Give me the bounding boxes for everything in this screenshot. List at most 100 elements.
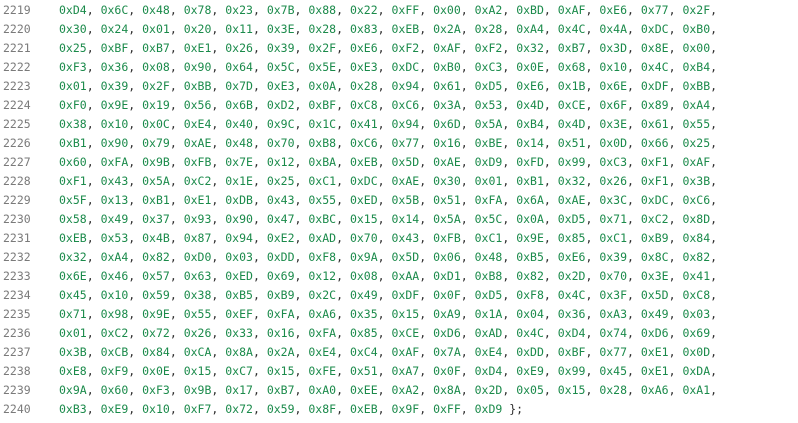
line-number: 2238 xyxy=(3,364,31,378)
hex-literal: 0x69 xyxy=(266,269,295,283)
hex-literal: 0xA4 xyxy=(100,250,129,264)
code-text[interactable]: 0xB1, 0x90, 0x79, 0xAE, 0x48, 0x70, 0xB8… xyxy=(39,134,798,153)
separator: , xyxy=(252,326,267,340)
hex-literal: 0xE9 xyxy=(516,364,544,378)
code-text[interactable]: 0x60, 0xFA, 0x9B, 0xFB, 0x7E, 0x12, 0xBA… xyxy=(39,153,798,172)
code-text[interactable]: 0x38, 0x10, 0x0C, 0xE4, 0x40, 0x9C, 0x1C… xyxy=(39,115,798,134)
separator: , xyxy=(294,402,309,416)
hex-literal: 0x9E xyxy=(516,231,544,245)
code-line[interactable]: 2236 0x01, 0xC2, 0x72, 0x26, 0x33, 0x16, … xyxy=(0,324,798,343)
hex-literal: 0x9A xyxy=(349,250,378,264)
hex-literal: 0xF7 xyxy=(183,402,212,416)
line-number: 2222 xyxy=(3,60,31,74)
separator: , xyxy=(211,402,226,416)
separator: , xyxy=(128,231,143,245)
code-text[interactable]: 0x6E, 0x46, 0x57, 0x63, 0xED, 0x69, 0x12… xyxy=(39,267,798,286)
separator: , xyxy=(336,250,350,264)
code-line[interactable]: 2234 0x45, 0x10, 0x59, 0x38, 0xB5, 0xB9, … xyxy=(0,286,798,305)
hex-literal: 0x51 xyxy=(349,364,378,378)
code-text[interactable]: 0x25, 0xBF, 0xB7, 0xE1, 0x26, 0x39, 0x2F… xyxy=(39,39,798,58)
hex-literal: 0x60 xyxy=(100,383,129,397)
code-text[interactable]: 0xF0, 0x9E, 0x19, 0x56, 0x6B, 0xD2, 0xBF… xyxy=(39,96,798,115)
code-text[interactable]: 0xEB, 0x53, 0x4B, 0x87, 0x94, 0xE2, 0xAD… xyxy=(39,229,798,248)
separator: , xyxy=(336,60,350,74)
code-text[interactable]: 0x9A, 0x60, 0xF3, 0x9B, 0x17, 0xB7, 0xA0… xyxy=(39,381,798,400)
code-text[interactable]: 0x3B, 0xCB, 0x84, 0xCA, 0x8A, 0x2A, 0xE4… xyxy=(39,343,798,362)
code-line[interactable]: 2240 0xB3, 0xE9, 0x10, 0xF7, 0x72, 0x59, … xyxy=(0,400,798,419)
code-line[interactable]: 2237 0x3B, 0xCB, 0x84, 0xCA, 0x8A, 0x2A, … xyxy=(0,343,798,362)
separator: , xyxy=(668,364,683,378)
hex-literal: 0x28 xyxy=(474,22,503,36)
hex-literal: 0xA0 xyxy=(308,383,337,397)
line-terminator: , xyxy=(710,326,718,340)
code-line[interactable]: 2238 0xE8, 0xF9, 0x0E, 0x15, 0xC7, 0x15, … xyxy=(0,362,798,381)
code-text[interactable]: 0xF3, 0x36, 0x08, 0x90, 0x64, 0x5C, 0x5E… xyxy=(39,58,798,77)
line-number: 2232 xyxy=(3,250,31,264)
code-text[interactable]: 0xD4, 0x6C, 0x48, 0x78, 0x23, 0x7B, 0x88… xyxy=(39,1,798,20)
hex-literal: 0x22 xyxy=(349,3,378,17)
hex-literal: 0xD0 xyxy=(183,250,212,264)
hex-literal: 0x2F xyxy=(682,3,711,17)
code-line[interactable]: 2235 0x71, 0x98, 0x9E, 0x55, 0xEF, 0xFA, … xyxy=(0,305,798,324)
separator: , xyxy=(585,345,600,359)
code-line[interactable]: 2227 0x60, 0xFA, 0x9B, 0xFB, 0x7E, 0x12, … xyxy=(0,153,798,172)
code-text[interactable]: 0x01, 0xC2, 0x72, 0x26, 0x33, 0x16, 0xFA… xyxy=(39,324,798,343)
code-text[interactable]: 0x5F, 0x13, 0xB1, 0xE1, 0xDB, 0x43, 0x55… xyxy=(39,191,798,210)
hex-literal: 0xEB xyxy=(349,155,378,169)
separator: , xyxy=(294,136,309,150)
hex-literal: 0xC3 xyxy=(599,155,628,169)
code-line[interactable]: 2229 0x5F, 0x13, 0xB1, 0xE1, 0xDB, 0x43, … xyxy=(0,191,798,210)
code-line[interactable]: 2228 0xF1, 0x43, 0x5A, 0xC2, 0x1E, 0x25, … xyxy=(0,172,798,191)
separator: , xyxy=(252,136,267,150)
hex-literal: 0x9E xyxy=(100,98,129,112)
code-line[interactable]: 2221 0x25, 0xBF, 0xB7, 0xE1, 0x26, 0x39, … xyxy=(0,39,798,58)
separator: , xyxy=(211,193,226,207)
hex-literal: 0x08 xyxy=(349,269,378,283)
separator: , xyxy=(252,3,267,17)
code-text[interactable]: 0xE8, 0xF9, 0x0E, 0x15, 0xC7, 0x15, 0xFE… xyxy=(39,362,798,381)
hex-literal: 0xE6 xyxy=(516,79,544,93)
hex-literal: 0x89 xyxy=(640,98,669,112)
code-text[interactable]: 0x45, 0x10, 0x59, 0x38, 0xB5, 0xB9, 0x2C… xyxy=(39,286,798,305)
separator: , xyxy=(377,22,392,36)
hex-literal: 0x4B xyxy=(142,231,170,245)
separator: , xyxy=(252,307,267,321)
code-line[interactable]: 2223 0x01, 0x39, 0x2F, 0xBB, 0x7D, 0xE3, … xyxy=(0,77,798,96)
separator: , xyxy=(252,98,267,112)
code-text[interactable]: 0x01, 0x39, 0x2F, 0xBB, 0x7D, 0xE3, 0x0A… xyxy=(39,77,798,96)
code-text[interactable]: 0xB3, 0xE9, 0x10, 0xF7, 0x72, 0x59, 0x8F… xyxy=(39,400,798,419)
code-editor[interactable]: 2219 0xD4, 0x6C, 0x48, 0x78, 0x23, 0x7B, … xyxy=(0,0,798,423)
code-line[interactable]: 2219 0xD4, 0x6C, 0x48, 0x78, 0x23, 0x7B, … xyxy=(0,1,798,20)
hex-literal: 0xBF xyxy=(308,98,337,112)
code-text[interactable]: 0xF1, 0x43, 0x5A, 0xC2, 0x1E, 0x25, 0xC1… xyxy=(39,172,798,191)
separator: , xyxy=(543,79,558,93)
hex-literal: 0xDC xyxy=(349,174,378,188)
separator: , xyxy=(211,174,226,188)
line-terminator: , xyxy=(710,155,718,169)
code-text[interactable]: 0x30, 0x24, 0x01, 0x20, 0x11, 0x3E, 0x28… xyxy=(39,20,798,39)
code-line[interactable]: 2220 0x30, 0x24, 0x01, 0x20, 0x11, 0x3E, … xyxy=(0,20,798,39)
code-text[interactable]: 0x32, 0xA4, 0x82, 0xD0, 0x03, 0xDD, 0xF8… xyxy=(39,248,798,267)
hex-literal: 0x4D xyxy=(516,98,544,112)
code-text[interactable]: 0x71, 0x98, 0x9E, 0x55, 0xEF, 0xFA, 0xA6… xyxy=(39,305,798,324)
hex-literal: 0x3E xyxy=(266,22,295,36)
hex-literal: 0xA4 xyxy=(682,98,711,112)
line-terminator: , xyxy=(710,193,718,207)
separator: , xyxy=(627,41,641,55)
code-line[interactable]: 2224 0xF0, 0x9E, 0x19, 0x56, 0x6B, 0xD2, … xyxy=(0,96,798,115)
code-line[interactable]: 2226 0xB1, 0x90, 0x79, 0xAE, 0x48, 0x70, … xyxy=(0,134,798,153)
code-line[interactable]: 2230 0x58, 0x49, 0x37, 0x93, 0x90, 0x47, … xyxy=(0,210,798,229)
code-line[interactable]: 2239 0x9A, 0x60, 0xF3, 0x9B, 0x17, 0xB7, … xyxy=(0,381,798,400)
code-line[interactable]: 2225 0x38, 0x10, 0x0C, 0xE4, 0x40, 0x9C, … xyxy=(0,115,798,134)
code-line[interactable]: 2232 0x32, 0xA4, 0x82, 0xD0, 0x03, 0xDD, … xyxy=(0,248,798,267)
hex-literal: 0xB9 xyxy=(640,231,669,245)
separator: , xyxy=(252,79,267,93)
code-text[interactable]: 0x58, 0x49, 0x37, 0x93, 0x90, 0x47, 0xBC… xyxy=(39,210,798,229)
code-line[interactable]: 2233 0x6E, 0x46, 0x57, 0x63, 0xED, 0x69, … xyxy=(0,267,798,286)
code-line[interactable]: 2222 0xF3, 0x36, 0x08, 0x90, 0x64, 0x5C, … xyxy=(0,58,798,77)
hex-literal: 0xE4 xyxy=(308,345,337,359)
separator: , xyxy=(86,326,101,340)
separator: , xyxy=(585,136,600,150)
code-line[interactable]: 2231 0xEB, 0x53, 0x4B, 0x87, 0x94, 0xE2, … xyxy=(0,229,798,248)
separator: , xyxy=(460,231,475,245)
